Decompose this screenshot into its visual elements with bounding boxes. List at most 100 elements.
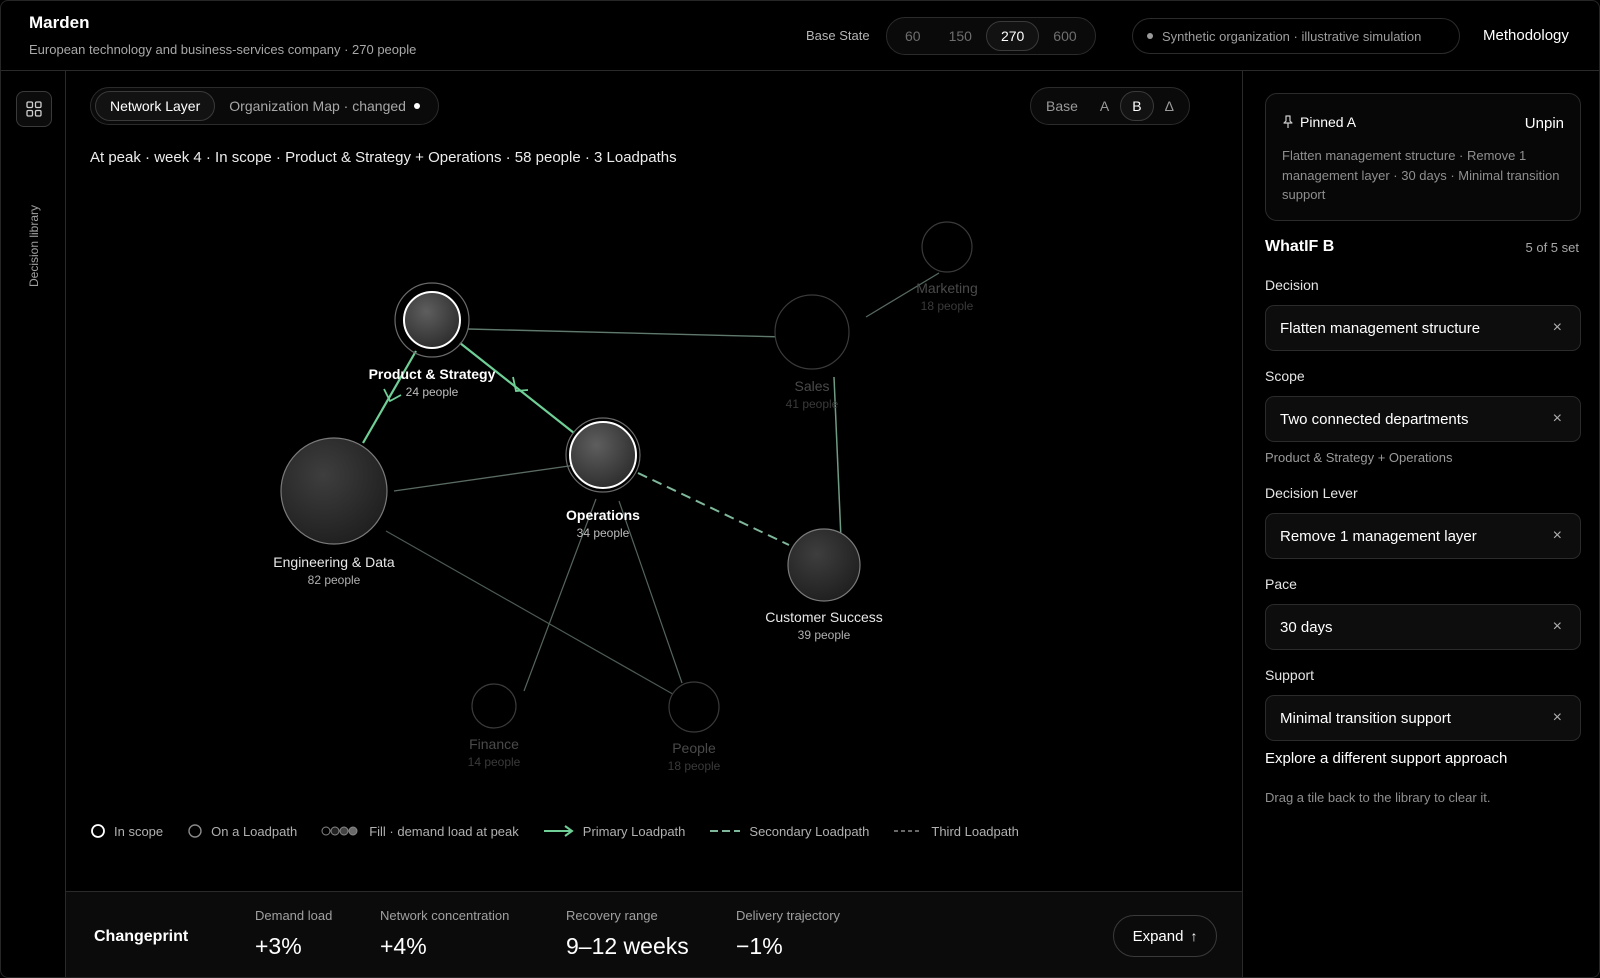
scope-note: Product & Strategy + Operations [1265,450,1453,465]
node-label: Product & Strategy [369,366,496,382]
metric-label: Demand load [255,908,333,923]
drag-hint: Drag a tile back to the library to clear… [1265,790,1491,805]
methodology-link[interactable]: Methodology [1483,27,1569,44]
primary-loadpath-operations-product [459,342,575,434]
node-engineering-data[interactable]: Engineering & Data 82 people [273,437,395,587]
clear-support-close-icon[interactable]: × [1553,709,1562,727]
legend-label: Fill · demand load at peak [369,823,519,839]
clear-scope-close-icon[interactable]: × [1553,410,1562,428]
whatif-title: WhatIF B [1265,238,1335,255]
node-people: 14 people [468,755,521,769]
expand-label: Expand [1132,927,1184,945]
base-state-60[interactable]: 60 [891,21,935,51]
primary-arrow-icon [543,825,574,837]
network-graph: Marketing 18 people Sales 41 people Prod… [273,221,978,773]
metric-label: Recovery range [566,908,658,923]
metric-delivery-trajectory: Delivery trajectory −1% [736,908,840,960]
metric-value: 9–12 weeks [566,933,689,959]
node-customer-success[interactable]: Customer Success 39 people [765,528,883,642]
loadpath-ring-icon [188,824,202,838]
link-engineering-operations [393,464,577,492]
network-links [385,272,940,698]
node-product-strategy[interactable]: Product & Strategy 24 people [369,282,496,399]
tab-network-layer[interactable]: Network Layer [95,91,216,121]
node-label: Customer Success [765,609,882,625]
expand-button[interactable]: Expand ↑ [1113,915,1217,957]
node-finance[interactable]: Finance 14 people [468,683,521,769]
pace-tile[interactable]: 30 days × [1265,604,1581,650]
left-rail: Decision library [1,71,66,977]
scope-value: Two connected departments [1280,410,1469,428]
in-scope-ring-icon [91,824,105,838]
whatif-panel: Pinned A Unpin Flatten management struct… [1242,71,1599,977]
decision-library-button[interactable] [16,91,52,127]
node-people: 41 people [786,397,839,411]
pinned-description: Flatten management structure · Remove 1 … [1282,148,1560,202]
pin-icon [1283,115,1293,128]
grid-icon [26,101,42,117]
node-label: Engineering & Data [273,554,395,570]
unpin-button[interactable]: Unpin [1525,115,1564,132]
decision-library-label[interactable]: Decision library [27,205,41,287]
node-sales[interactable]: Sales 41 people [774,294,850,411]
metric-recovery-range: Recovery range 9–12 weeks [566,908,689,960]
base-state-270[interactable]: 270 [985,21,1040,51]
node-people[interactable]: People 18 people [668,681,721,773]
field-label-decision: Decision [1265,277,1319,293]
legend-on-loadpath: On a Loadpath [187,823,297,839]
changeprint-title: Changeprint [94,928,189,945]
legend-primary: Primary Loadpath [543,823,685,839]
metric-label: Delivery trajectory [736,908,841,923]
top-bar: Marden European technology and business-… [1,1,1599,71]
decision-value: Flatten management structure [1280,319,1481,337]
base-state-600[interactable]: 600 [1039,21,1090,51]
node-label: Sales [794,378,829,394]
legend-label: In scope [114,823,164,839]
app-window: Marden European technology and business-… [0,0,1600,978]
synthetic-badge: Synthetic organization · illustrative si… [1132,18,1460,54]
compare-a[interactable]: A [1089,91,1120,121]
support-tile[interactable]: Minimal transition support × [1265,695,1581,741]
decision-tile[interactable]: Flatten management structure × [1265,305,1581,351]
node-operations[interactable]: Operations 34 people [565,417,641,540]
node-marketing[interactable]: Marketing 18 people [916,221,978,313]
pinned-scenario-card: Pinned A Unpin Flatten management struct… [1265,93,1581,221]
node-people: 34 people [577,526,630,540]
field-label-scope: Scope [1265,368,1305,384]
metric-value: −1% [736,933,783,959]
scope-tile[interactable]: Two connected departments × [1265,396,1581,442]
field-label-pace: Pace [1265,576,1297,592]
node-people: 18 people [921,299,974,313]
secondary-loadpath-operations-customer [637,472,790,546]
legend-in-scope: In scope [90,823,163,839]
node-people: 24 people [406,385,459,399]
fill-scale-icon [321,826,358,836]
lever-value: Remove 1 management layer [1280,527,1477,545]
compare-delta[interactable]: Δ [1154,91,1185,121]
metric-label: Network concentration [380,908,510,923]
synthetic-note: Synthetic organization · illustrative si… [1162,28,1422,44]
decision-lever-tile[interactable]: Remove 1 management layer × [1265,513,1581,559]
clear-decision-close-icon[interactable]: × [1553,319,1562,337]
legend-label: Third Loadpath [931,823,1019,839]
changeprint-bar: Changeprint Demand load +3% Network conc… [66,891,1242,977]
metric-value: +4% [380,933,427,959]
clear-lever-close-icon[interactable]: × [1553,527,1562,545]
node-label: Marketing [916,280,977,296]
status-line: At peak · week 4 · In scope · Product & … [90,149,677,166]
metric-value: +3% [255,933,302,959]
base-state-150[interactable]: 150 [935,21,986,51]
node-label: People [672,740,716,756]
status-dot-icon [1147,33,1153,39]
legend-third: Third Loadpath [893,823,1019,839]
graph-legend: In scope On a Loadpath Fill · demand loa… [90,823,1043,839]
third-dot-icon [894,830,922,832]
metric-demand-load: Demand load +3% [255,908,332,960]
compare-b[interactable]: B [1120,91,1154,121]
explore-support-link[interactable]: Explore a different support approach [1265,750,1507,767]
whatif-count: 5 of 5 set [1525,240,1579,255]
tab-organization-map[interactable]: Organization Map · changed [215,91,434,121]
compare-base[interactable]: Base [1035,91,1089,121]
node-people: 39 people [798,628,851,642]
clear-pace-close-icon[interactable]: × [1553,618,1562,636]
